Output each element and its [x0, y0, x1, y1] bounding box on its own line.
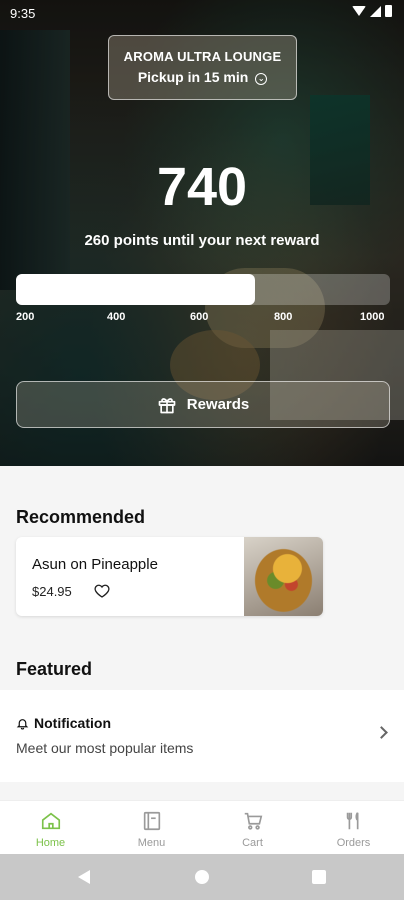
store-selector[interactable]: AROMA ULTRA LOUNGE Pickup in 15 min ⌄ — [108, 35, 297, 100]
pickup-time: Pickup in 15 min ⌄ — [109, 69, 296, 85]
tick-label: 200 — [16, 311, 35, 323]
signal-icon — [370, 5, 381, 17]
nav-home[interactable]: Home — [0, 801, 101, 854]
points-until-reward: 260 points until your next reward — [84, 232, 320, 249]
pickup-label: Pickup in 15 min — [137, 69, 249, 85]
system-navigation-bar — [0, 854, 404, 900]
recommended-title: Recommended — [16, 507, 146, 527]
tick-label: 800 — [274, 311, 293, 323]
store-name: AROMA ULTRA LOUNGE — [123, 49, 282, 64]
bottom-navigation: Home Menu Cart Orders — [0, 800, 404, 854]
status-time: 9:35 — [10, 6, 36, 21]
progress-ticks: 200 400 600 800 1000 — [16, 311, 390, 325]
notification-row[interactable]: Notification Meet our most popular items — [0, 690, 404, 782]
bell-icon — [16, 718, 29, 730]
item-name: Asun on Pineapple — [32, 556, 158, 573]
recommended-item-card[interactable]: Asun on Pineapple $24.95 — [16, 537, 323, 616]
points-balance: 740 — [156, 157, 248, 217]
nav-orders[interactable]: Orders — [303, 801, 404, 854]
chevron-down-icon: ⌄ — [255, 73, 268, 85]
heart-icon[interactable] — [94, 583, 110, 599]
rewards-button-label: Rewards — [186, 396, 250, 413]
notification-heading: Notification — [16, 715, 111, 731]
chevron-right-icon — [375, 726, 388, 739]
menu-icon — [143, 811, 160, 831]
status-bar: 9:35 — [0, 0, 404, 26]
nav-label: Home — [35, 837, 66, 849]
cart-icon — [244, 812, 262, 830]
rewards-button[interactable]: Rewards — [16, 381, 390, 428]
notification-title: Notification — [34, 715, 111, 731]
nav-label: Menu — [137, 837, 166, 849]
battery-icon — [385, 5, 392, 17]
status-icons — [352, 5, 392, 17]
item-price: $24.95 — [32, 584, 72, 599]
gift-icon — [158, 397, 176, 413]
progress-fill — [16, 274, 256, 305]
nav-cart[interactable]: Cart — [202, 801, 303, 854]
notification-subtitle: Meet our most popular items — [16, 740, 194, 756]
tick-label: 1000 — [360, 311, 385, 323]
tick-label: 400 — [107, 311, 126, 323]
tick-label: 600 — [190, 311, 209, 323]
home-icon — [41, 812, 60, 830]
back-icon[interactable] — [78, 870, 90, 884]
nav-menu[interactable]: Menu — [101, 801, 202, 854]
recent-apps-icon[interactable] — [312, 870, 326, 884]
nav-label: Cart — [242, 837, 263, 849]
nav-label: Orders — [336, 837, 371, 849]
orders-icon — [346, 812, 358, 830]
rewards-hero: 9:35 AROMA ULTRA LOUNGE Pickup in 15 min… — [0, 0, 404, 466]
item-image — [244, 537, 323, 616]
featured-title: Featured — [16, 659, 93, 679]
wifi-icon — [352, 6, 366, 16]
home-circle-icon[interactable] — [195, 870, 209, 884]
